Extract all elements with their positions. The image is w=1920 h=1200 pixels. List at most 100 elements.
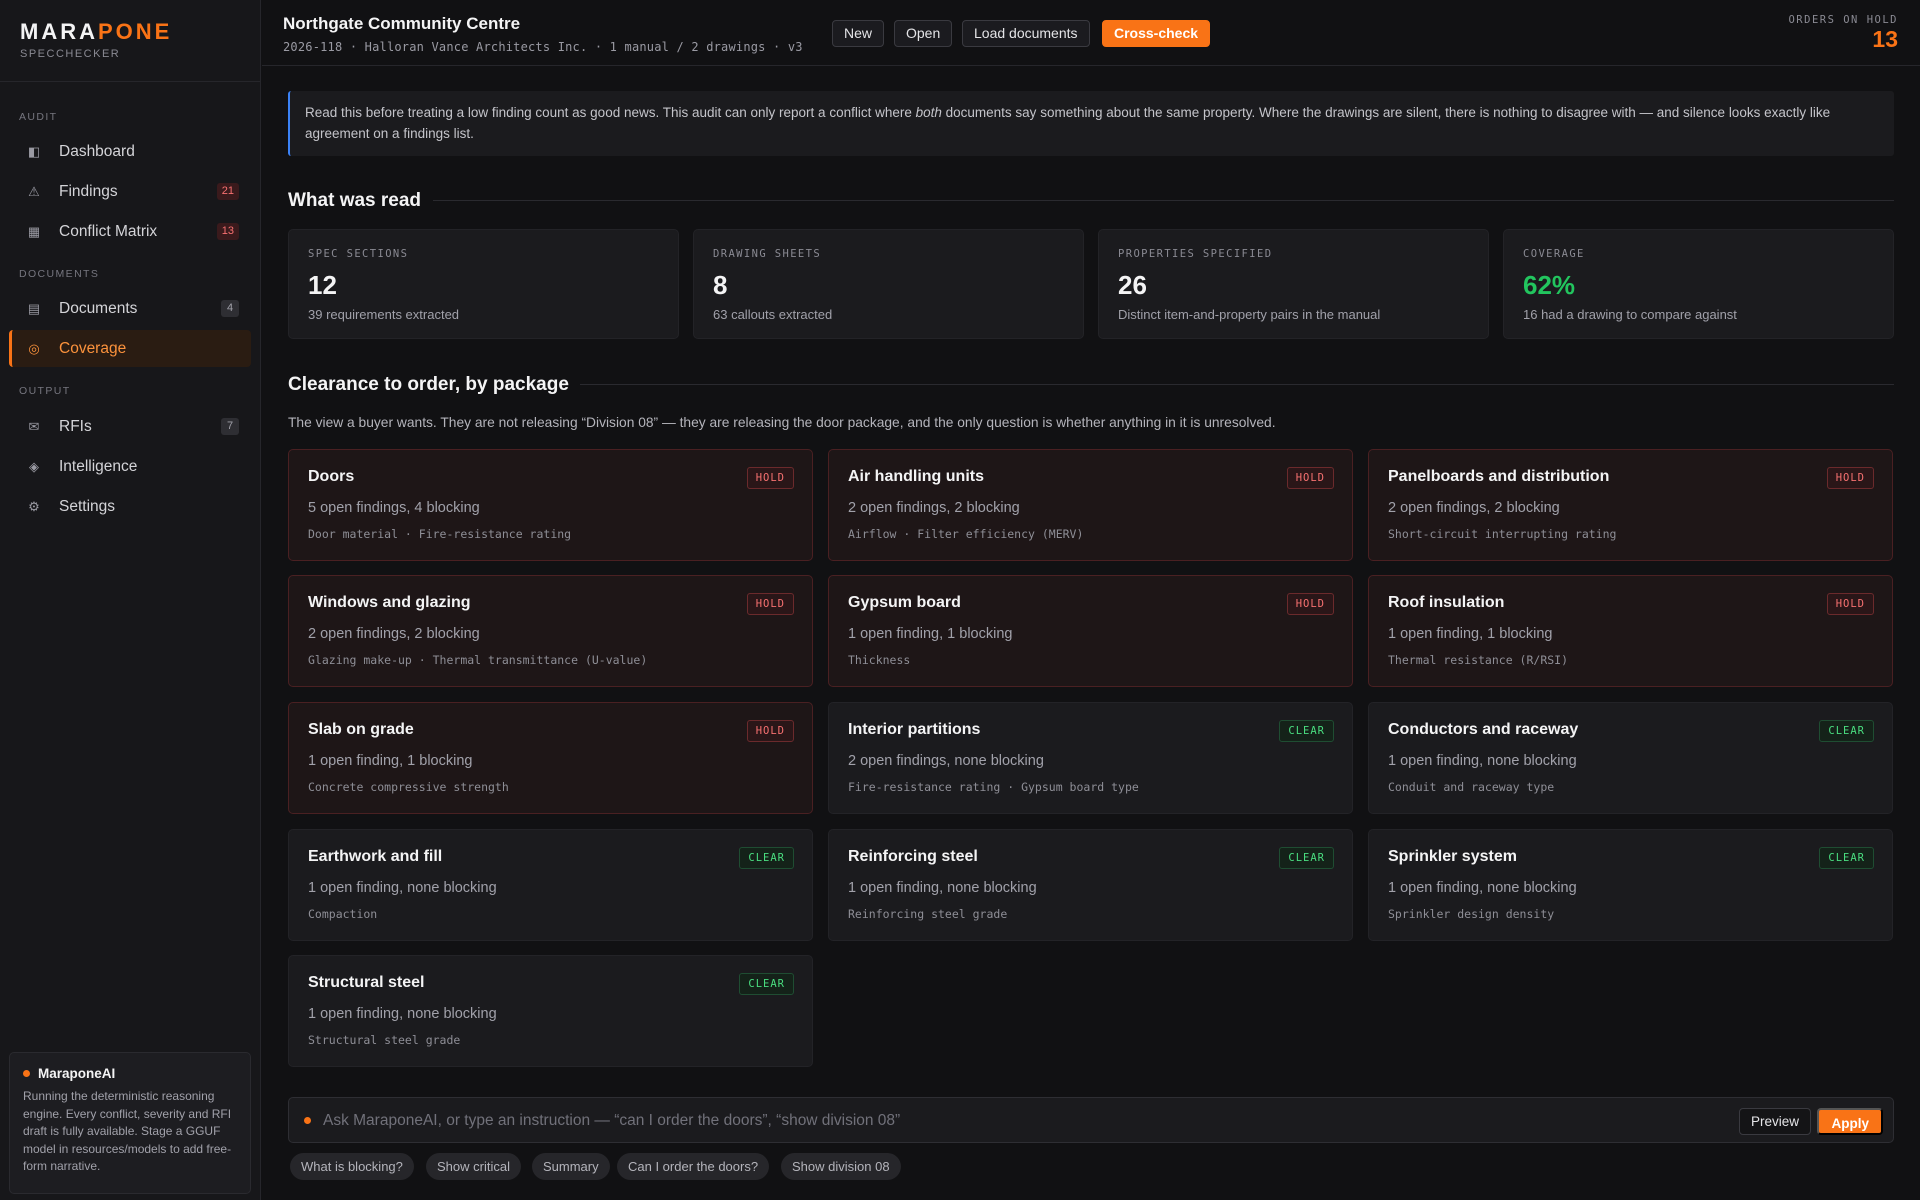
stat-label: COVERAGE xyxy=(1523,248,1585,260)
package-card[interactable]: Conductors and raceway CLEAR 1 open findin… xyxy=(1368,702,1893,814)
package-card[interactable]: Windows and glazing HOLD 2 open findings, … xyxy=(288,575,813,687)
package-properties: Reinforcing steel grade xyxy=(848,907,1008,921)
package-properties: Structural steel grade xyxy=(308,1033,461,1047)
status-badge: HOLD xyxy=(1286,467,1334,489)
status-badge: HOLD xyxy=(1286,593,1334,615)
package-card[interactable]: Interior partitions CLEAR 2 open findings,… xyxy=(828,702,1353,814)
package-properties: Short-circuit interrupting rating xyxy=(1388,527,1617,541)
findings-count-badge: 21 xyxy=(216,183,239,200)
apply-button[interactable]: Apply xyxy=(1817,1108,1883,1135)
suggestion-chip[interactable]: Show division 08 xyxy=(781,1153,901,1180)
conflict-count-badge: 13 xyxy=(216,223,239,240)
stat-card-spec-sections: SPEC SECTIONS 12 39 requirements extract… xyxy=(288,229,679,339)
package-card[interactable]: Panelboards and distribution HOLD 2 open f… xyxy=(1368,449,1893,561)
package-card[interactable]: Roof insulation HOLD 1 open finding, 1 blo… xyxy=(1368,575,1893,687)
header: Northgate Community Centre 2026-118 · Ha… xyxy=(262,0,1920,66)
package-finding-count: 1 open finding, none blocking xyxy=(308,1006,497,1022)
open-button[interactable]: Open xyxy=(894,20,953,47)
sidebar-item-settings[interactable]: ⚙ Settings xyxy=(9,488,251,525)
sidebar-item-conflict-matrix[interactable]: ▦ Conflict Matrix 13 xyxy=(9,213,251,250)
sidebar-item-label: Intelligence xyxy=(59,457,138,475)
package-card[interactable]: Slab on grade HOLD 1 open finding, 1 block… xyxy=(288,702,813,814)
package-finding-count: 1 open finding, 1 blocking xyxy=(308,753,473,769)
stat-value: 62% xyxy=(1523,270,1576,300)
sidebar-item-dashboard[interactable]: ◧ Dashboard xyxy=(9,133,251,170)
cross-check-button[interactable]: Cross-check xyxy=(1102,20,1211,47)
suggestion-chip[interactable]: What is blocking? xyxy=(290,1153,414,1180)
status-badge: CLEAR xyxy=(739,847,794,869)
package-finding-count: 2 open findings, 2 blocking xyxy=(308,626,480,642)
load-documents-button[interactable]: Load documents xyxy=(962,20,1090,47)
package-finding-count: 1 open finding, 1 blocking xyxy=(848,626,1013,642)
package-title: Reinforcing steel xyxy=(848,848,978,865)
package-title: Interior partitions xyxy=(848,721,981,738)
coverage-notice: Read this before treating a low finding … xyxy=(288,91,1894,156)
package-title: Earthwork and fill xyxy=(308,848,443,865)
mail-icon: ✉ xyxy=(28,418,40,434)
ai-status-title: MaraponeAI xyxy=(23,1066,237,1081)
status-badge: CLEAR xyxy=(739,973,794,995)
warning-icon: ⚠ xyxy=(28,183,40,199)
rfis-count-badge: 7 xyxy=(221,418,239,435)
package-card[interactable]: Earthwork and fill CLEAR 1 open finding, n… xyxy=(288,829,813,941)
new-button[interactable]: New xyxy=(832,20,885,47)
package-card[interactable]: Sprinkler system CLEAR 1 open finding, non… xyxy=(1368,829,1893,941)
package-title: Roof insulation xyxy=(1388,594,1505,611)
sidebar-item-label: Dashboard xyxy=(59,142,135,160)
package-card[interactable]: Air handling units HOLD 2 open findings, 2… xyxy=(828,449,1353,561)
package-properties: Glazing make-up · Thermal transmittance … xyxy=(308,653,648,667)
brand: MARAPONE SPECCHECKER xyxy=(0,0,260,82)
section-divider xyxy=(433,200,1894,201)
stat-label: SPEC SECTIONS xyxy=(308,248,409,260)
sidebar-item-label: Findings xyxy=(59,182,118,200)
project-meta: 2026-118 · Halloran Vance Architects Inc… xyxy=(283,40,803,54)
package-properties: Airflow · Filter efficiency (MERV) xyxy=(848,527,1084,541)
status-dot-icon xyxy=(23,1070,30,1077)
package-properties: Thermal resistance (R/RSI) xyxy=(1388,653,1569,667)
package-card[interactable]: Doors HOLD 5 open findings, 4 blocking Door… xyxy=(288,449,813,561)
package-properties: Sprinkler design density xyxy=(1388,907,1555,921)
sidebar-item-rfis[interactable]: ✉ RFIs 7 xyxy=(9,408,251,445)
preview-button[interactable]: Preview xyxy=(1738,1108,1811,1135)
ask-input[interactable]: Ask MaraponeAI, or type an instruction —… xyxy=(323,1112,900,1130)
package-properties: Concrete compressive strength xyxy=(308,780,509,794)
sidebar-item-documents[interactable]: ▤ Documents 4 xyxy=(9,290,251,327)
stat-card-coverage: COVERAGE 62% 16 had a drawing to compare… xyxy=(1503,229,1894,339)
sidebar-item-label: Settings xyxy=(59,497,116,515)
package-title: Gypsum board xyxy=(848,594,961,611)
sidebar-item-intelligence[interactable]: ◈ Intelligence xyxy=(9,448,251,485)
suggestion-chip[interactable]: Show critical xyxy=(426,1153,521,1180)
status-badge: HOLD xyxy=(746,467,794,489)
package-card[interactable]: Reinforcing steel CLEAR 1 open finding, no… xyxy=(828,829,1353,941)
nav-section-audit: AUDIT xyxy=(19,111,58,123)
sidebar-item-label: Coverage xyxy=(59,339,127,357)
project-title: Northgate Community Centre xyxy=(283,14,521,33)
dashboard-icon: ◧ xyxy=(27,143,41,159)
package-card[interactable]: Gypsum board HOLD 1 open finding, 1 blocki… xyxy=(828,575,1353,687)
package-title: Slab on grade xyxy=(308,721,414,738)
status-badge: HOLD xyxy=(746,593,794,615)
package-title: Sprinkler system xyxy=(1388,848,1517,865)
package-card[interactable]: Structural steel CLEAR 1 open finding, non… xyxy=(288,955,813,1067)
package-title: Doors xyxy=(308,468,355,485)
stat-label: DRAWING SHEETS xyxy=(713,248,822,260)
suggestion-chip[interactable]: Summary xyxy=(532,1153,610,1180)
suggestion-chip[interactable]: Can I order the doors? xyxy=(617,1153,770,1180)
target-icon: ◎ xyxy=(28,340,40,356)
stat-card-drawing-sheets: DRAWING SHEETS 8 63 callouts extracted xyxy=(693,229,1084,339)
stat-detail: 16 had a drawing to compare against xyxy=(1523,307,1737,322)
package-finding-count: 1 open finding, none blocking xyxy=(1388,753,1577,769)
stat-detail: Distinct item-and-property pairs in the … xyxy=(1118,307,1381,322)
package-title: Air handling units xyxy=(848,468,984,485)
sidebar-item-findings[interactable]: ⚠ Findings 21 xyxy=(9,173,251,210)
package-finding-count: 2 open findings, none blocking xyxy=(848,753,1044,769)
sidebar-item-coverage[interactable]: ◎ Coverage xyxy=(9,330,251,367)
package-properties: Conduit and raceway type xyxy=(1388,780,1555,794)
orders-on-hold-label: ORDERS ON HOLD xyxy=(1788,14,1898,26)
stat-detail: 63 callouts extracted xyxy=(713,307,833,322)
nav-section-output: OUTPUT xyxy=(19,385,71,397)
ai-status-text: Running the deterministic reasoning engi… xyxy=(23,1089,232,1173)
sidebar: MARAPONE SPECCHECKER AUDIT ◧ Dashboard ⚠… xyxy=(0,0,261,1200)
package-finding-count: 1 open finding, none blocking xyxy=(1388,880,1577,896)
document-icon: ▤ xyxy=(27,300,41,316)
